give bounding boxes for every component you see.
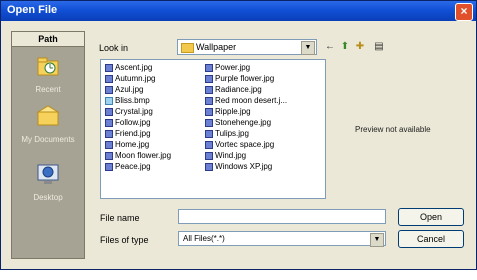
file-name: Wind.jpg [215, 151, 247, 160]
file-name: Crystal.jpg [115, 107, 153, 116]
file-name: Home.jpg [115, 140, 150, 149]
view-menu-icon[interactable]: ▤ [369, 39, 389, 54]
documents-folder-icon [36, 105, 60, 126]
preview-message: Preview not available [355, 125, 431, 134]
places-bar: Path Recent My Documents Desktop [11, 31, 85, 259]
list-item[interactable]: Autumn.jpg [105, 74, 155, 84]
file-name: Ripple.jpg [215, 107, 251, 116]
list-item[interactable]: Windows XP.jpg [205, 162, 272, 172]
look-in-label: Look in [99, 43, 129, 53]
chevron-down-icon[interactable]: ▼ [301, 41, 315, 55]
jpg-file-icon [205, 107, 213, 116]
jpg-file-icon [205, 162, 213, 171]
list-item[interactable]: Power.jpg [205, 63, 250, 73]
cancel-button[interactable]: Cancel [398, 230, 464, 248]
jpg-file-icon [205, 74, 213, 83]
file-name-input[interactable] [178, 209, 386, 224]
jpg-file-icon [105, 118, 113, 127]
jpg-file-icon [105, 162, 113, 171]
list-item[interactable]: Home.jpg [105, 140, 149, 150]
new-folder-icon[interactable]: ✚ [353, 39, 367, 54]
file-name: Azul.jpg [115, 85, 144, 94]
jpg-file-icon [105, 140, 113, 149]
file-name: Peace.jpg [115, 162, 151, 171]
bmp-file-icon [105, 96, 113, 105]
file-name: Tulips.jpg [215, 129, 249, 138]
chevron-down-icon[interactable]: ▼ [370, 233, 384, 247]
list-item[interactable]: Follow.jpg [105, 118, 151, 128]
jpg-file-icon [105, 74, 113, 83]
jpg-file-icon [105, 63, 113, 72]
open-file-dialog: Open File × Path Recent My Documents Des… [0, 0, 477, 270]
file-name: Purple flower.jpg [215, 74, 275, 83]
list-item[interactable]: Bliss.bmp [105, 96, 150, 106]
file-name: Radiance.jpg [215, 85, 262, 94]
file-name: Stonehenge.jpg [215, 118, 272, 127]
title-bar[interactable]: Open File × [1, 1, 476, 21]
list-item[interactable]: Ripple.jpg [205, 107, 251, 117]
jpg-file-icon [205, 63, 213, 72]
list-item[interactable]: Radiance.jpg [205, 85, 262, 95]
jpg-file-icon [205, 85, 213, 94]
close-button[interactable]: × [455, 3, 473, 21]
file-list[interactable]: Ascent.jpg Autumn.jpg Azul.jpg Bliss.bmp… [100, 59, 326, 199]
open-button[interactable]: Open [398, 208, 464, 226]
desktop-icon [37, 164, 59, 184]
place-label: Desktop [33, 193, 63, 202]
list-item[interactable]: Ascent.jpg [105, 63, 152, 73]
jpg-file-icon [205, 118, 213, 127]
file-name: Moon flower.jpg [115, 151, 172, 160]
file-name: Windows XP.jpg [215, 162, 273, 171]
place-label: Recent [35, 85, 61, 94]
place-label: My Documents [21, 135, 75, 144]
preview-pane: Preview not available [333, 59, 465, 201]
jpg-file-icon [105, 85, 113, 94]
place-recent[interactable]: Recent [12, 54, 84, 94]
jpg-file-icon [105, 107, 113, 116]
list-item[interactable]: Moon flower.jpg [105, 151, 171, 161]
list-item[interactable]: Peace.jpg [105, 162, 151, 172]
file-name: Follow.jpg [115, 118, 151, 127]
file-name: Red moon desert.j... [215, 96, 288, 105]
list-item[interactable]: Red moon desert.j... [205, 96, 287, 106]
file-type-label: Files of type [100, 235, 149, 245]
jpg-file-icon [105, 129, 113, 138]
recent-folder-icon [37, 57, 59, 76]
place-desktop[interactable]: Desktop [12, 162, 84, 202]
file-name: Friend.jpg [115, 129, 151, 138]
list-item[interactable]: Friend.jpg [105, 129, 151, 139]
file-name: Power.jpg [215, 63, 251, 72]
file-name: Bliss.bmp [115, 96, 150, 105]
list-item[interactable]: Azul.jpg [105, 85, 143, 95]
jpg-file-icon [205, 96, 213, 105]
file-type-value: All Files(*.*) [183, 234, 225, 243]
look-in-dropdown[interactable]: Wallpaper ▼ [177, 39, 317, 55]
back-icon[interactable]: ← [323, 39, 337, 54]
list-item[interactable]: Crystal.jpg [105, 107, 153, 117]
jpg-file-icon [205, 140, 213, 149]
list-item[interactable]: Purple flower.jpg [205, 74, 274, 84]
look-in-value: Wallpaper [196, 42, 237, 52]
file-name: Ascent.jpg [115, 63, 153, 72]
jpg-file-icon [205, 129, 213, 138]
file-name: Vortec space.jpg [215, 140, 275, 149]
jpg-file-icon [205, 151, 213, 160]
folder-icon [181, 43, 194, 53]
list-item[interactable]: Tulips.jpg [205, 129, 249, 139]
list-item[interactable]: Stonehenge.jpg [205, 118, 271, 128]
file-type-dropdown[interactable]: All Files(*.*) ▼ [178, 231, 386, 247]
place-my-documents[interactable]: My Documents [12, 104, 84, 144]
list-item[interactable]: Vortec space.jpg [205, 140, 274, 150]
places-header: Path [12, 32, 84, 47]
file-name: Autumn.jpg [115, 74, 156, 83]
jpg-file-icon [105, 151, 113, 160]
list-item[interactable]: Wind.jpg [205, 151, 246, 161]
up-folder-icon[interactable]: ⬆ [338, 39, 352, 54]
file-name-label: File name [100, 213, 140, 223]
dialog-title: Open File [7, 4, 58, 16]
